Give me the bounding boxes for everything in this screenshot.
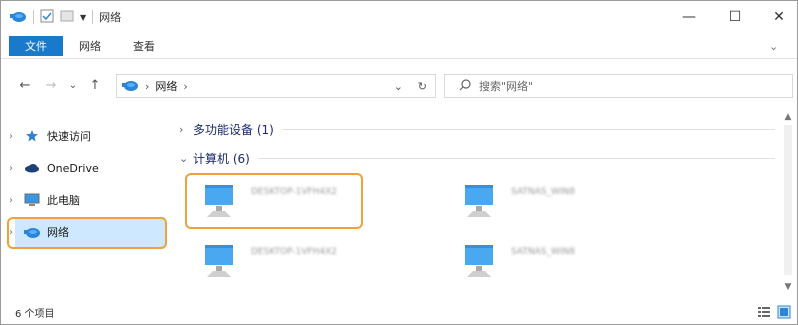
computer-icon — [459, 181, 499, 221]
computer-icon — [459, 241, 499, 281]
tab-file[interactable]: 文件 — [9, 36, 63, 56]
group-header-mfd[interactable]: › 多功能设备 (1) — [179, 120, 775, 138]
minimize-button[interactable]: — — [669, 5, 709, 29]
cloud-icon — [23, 161, 41, 175]
network-app-icon — [9, 9, 27, 26]
computer-name: DESKTOP-1VFH4X2 — [251, 247, 338, 257]
group-label: 计算机 (6) — [193, 151, 250, 166]
expand-chevron-icon[interactable]: › — [9, 163, 23, 174]
computer-item[interactable]: SATNAS_WIN8 — [451, 235, 621, 285]
expand-chevron-icon[interactable]: › — [9, 131, 23, 142]
address-bar[interactable]: › 网络 › ⌄ ↻ — [116, 74, 436, 98]
search-icon — [459, 78, 471, 94]
window-title: 网络 — [99, 11, 122, 24]
collapse-chevron-icon[interactable]: ⌄ — [179, 152, 193, 165]
expand-chevron-icon[interactable]: › — [179, 123, 193, 136]
item-count: 6 个项目 — [15, 309, 55, 320]
toolbar-divider — [33, 10, 34, 24]
vertical-scrollbar[interactable]: ▲ ▼ — [781, 111, 795, 296]
sidebar-item-label: 快速访问 — [47, 130, 91, 143]
navigation-bar: ← → ⌄ ↑ › 网络 › ⌄ ↻ 搜索"网络" — [1, 71, 797, 101]
search-input[interactable]: 搜索"网络" — [479, 78, 533, 94]
explorer-window: ▼ 网络 — ☐ ✕ 文件 网络 查看 ⌄ ← → ⌄ ↑ › 网络 › ⌄ ↻ — [0, 0, 798, 325]
computer-name: SATNAS_WIN8 — [511, 187, 575, 197]
maximize-button[interactable]: ☐ — [715, 5, 755, 29]
toolbar-divider — [92, 10, 94, 24]
sidebar-item-this-pc[interactable]: › 此电脑 — [9, 189, 80, 211]
sidebar-item-onedrive[interactable]: › OneDrive — [9, 157, 99, 179]
computer-item[interactable]: DESKTOP-1VFH4X2 — [191, 235, 361, 285]
breadcrumb-separator[interactable]: › — [183, 80, 187, 93]
tab-network[interactable]: 网络 — [79, 36, 101, 56]
breadcrumb-network[interactable]: 网络 — [155, 78, 177, 94]
forward-button[interactable]: → — [41, 75, 61, 95]
sidebar-item-quick-access[interactable]: › 快速访问 — [9, 125, 91, 147]
scroll-track[interactable] — [784, 125, 792, 275]
expand-chevron-icon[interactable]: › — [9, 195, 23, 206]
highlight-network-nav — [7, 217, 167, 249]
content-pane: › 多功能设备 (1) ⌄ 计算机 (6) DESKTOP-1VFH4X2 SA… — [171, 111, 781, 296]
sidebar-item-label: 此电脑 — [47, 194, 80, 207]
computer-name: SATNAS_WIN8 — [511, 247, 575, 257]
properties-icon[interactable] — [40, 9, 54, 26]
group-divider — [281, 128, 775, 130]
refresh-button[interactable]: ↻ — [418, 80, 427, 93]
computer-item[interactable]: SATNAS_WIN8 — [451, 175, 621, 225]
customize-qa-dropdown[interactable]: ▼ — [80, 13, 86, 22]
recent-locations-button[interactable]: ⌄ — [63, 75, 83, 95]
address-dropdown-button[interactable]: ⌄ — [394, 80, 403, 93]
network-icon — [121, 78, 139, 95]
scroll-up-button[interactable]: ▲ — [781, 111, 795, 123]
large-icons-view-icon[interactable] — [777, 304, 791, 319]
group-divider — [257, 157, 775, 159]
scroll-down-button[interactable]: ▼ — [781, 281, 795, 293]
search-box[interactable]: 搜索"网络" — [444, 74, 793, 98]
ribbon-tabs: 文件 网络 查看 ⌄ — [1, 34, 797, 59]
highlight-computer — [185, 173, 363, 229]
tab-view[interactable]: 查看 — [133, 36, 155, 56]
navigation-pane: › 快速访问 › OneDrive › 此电脑 › 网络 — [1, 111, 171, 296]
sidebar-item-label: OneDrive — [47, 161, 99, 175]
close-button[interactable]: ✕ — [759, 5, 797, 29]
computer-icon — [199, 241, 239, 281]
title-bar: ▼ 网络 — ☐ ✕ — [1, 1, 797, 33]
expand-ribbon-button[interactable]: ⌄ — [769, 36, 778, 56]
group-header-computers[interactable]: ⌄ 计算机 (6) — [179, 149, 775, 167]
details-view-icon[interactable] — [757, 304, 771, 318]
up-button[interactable]: ↑ — [85, 75, 105, 95]
status-bar: 6 个项目 — [1, 301, 797, 323]
computer-icon — [23, 193, 41, 207]
back-button[interactable]: ← — [15, 75, 35, 95]
breadcrumb-separator[interactable]: › — [145, 80, 149, 93]
star-icon — [23, 129, 41, 143]
group-label: 多功能设备 (1) — [193, 122, 274, 137]
new-folder-icon[interactable] — [60, 9, 74, 26]
quick-access-toolbar: ▼ 网络 — [9, 8, 121, 26]
